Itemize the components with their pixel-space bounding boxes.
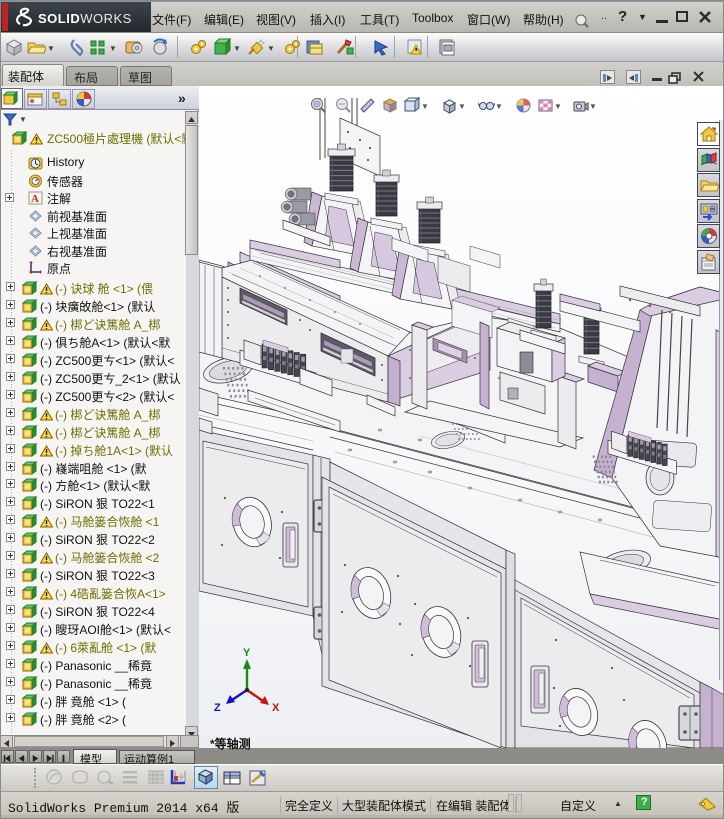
svg-text:A: A <box>31 193 39 205</box>
svg-text:SOLIDWORKS: SOLIDWORKS <box>38 11 132 26</box>
svg-text:X: X <box>272 702 280 714</box>
svg-text:Z: Z <box>214 702 221 714</box>
svg-text:Y: Y <box>243 647 251 659</box>
